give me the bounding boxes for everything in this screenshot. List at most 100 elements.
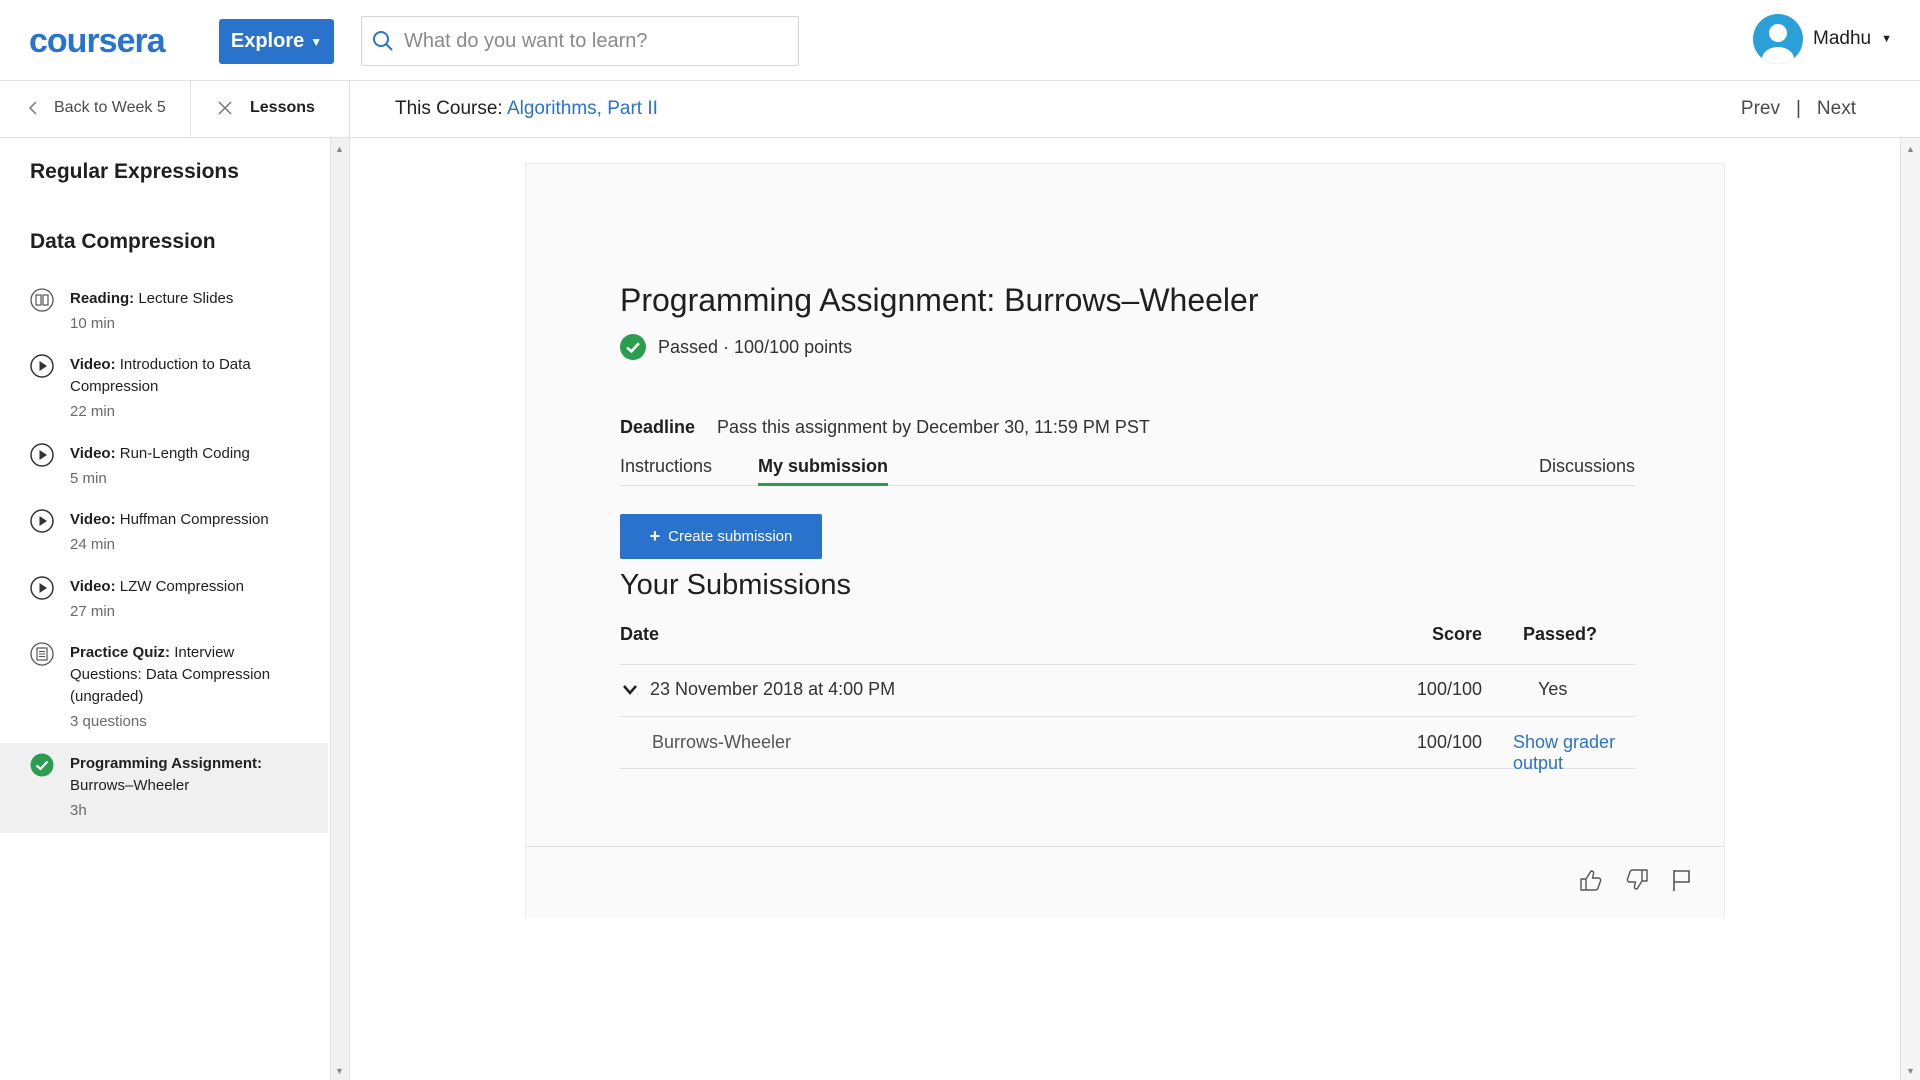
deadline-row: Deadline Pass this assignment by December… — [620, 417, 1150, 438]
lessons-toggle[interactable]: Lessons — [218, 99, 315, 117]
col-header-score: Score — [1431, 624, 1482, 644]
caret-down-icon: ▼ — [1881, 33, 1892, 45]
lesson-title: Run-Length Coding — [119, 445, 250, 462]
lesson-type: Video: — [70, 578, 116, 595]
quiz-icon — [30, 642, 54, 666]
show-grader-output-link[interactable]: Show grader output — [1513, 732, 1635, 774]
lesson-duration: 5 min — [70, 470, 107, 487]
coursera-logo[interactable]: coursera — [29, 22, 166, 61]
chevron-down-icon[interactable] — [622, 684, 638, 696]
back-to-week-link[interactable]: Back to Week 5 — [28, 99, 166, 117]
flag-icon[interactable] — [1670, 867, 1694, 893]
lesson-type: Video: — [70, 445, 116, 462]
assignment-status: Passed · 100/100 points — [620, 334, 852, 360]
thumbs-down-icon[interactable] — [1624, 867, 1650, 893]
lesson-title: Huffman Compression — [119, 511, 269, 528]
reading-icon — [30, 288, 54, 312]
course-link[interactable]: Algorithms, Part II — [507, 98, 658, 119]
submission-date: 23 November 2018 at 4:00 PM — [650, 679, 896, 699]
lesson-item[interactable]: Practice Quiz: Interview Questions: Data… — [0, 642, 328, 733]
table-subrow: Burrows-Wheeler 100/100 Show grader outp… — [620, 716, 1635, 773]
lesson-item[interactable]: Video: LZW Compression 27 min — [0, 576, 328, 623]
next-button[interactable]: Next — [1817, 98, 1856, 120]
back-label: Back to Week 5 — [54, 99, 166, 116]
check-circle-icon — [30, 753, 54, 777]
scroll-down-arrow[interactable]: ▼ — [335, 1066, 344, 1076]
section-title-data-compression[interactable]: Data Compression — [30, 230, 216, 254]
lesson-item[interactable]: Reading: Lecture Slides 10 min — [0, 288, 328, 335]
lesson-duration: 22 min — [70, 403, 116, 420]
thumbs-up-icon[interactable] — [1578, 867, 1604, 893]
play-icon — [30, 509, 54, 533]
col-header-passed: Passed? — [1523, 624, 1598, 644]
lesson-type: Practice Quiz: — [70, 644, 171, 661]
lesson-duration: 3 questions — [70, 713, 147, 730]
lesson-title: LZW Compression — [119, 578, 244, 595]
scroll-down-arrow[interactable]: ▼ — [1906, 1066, 1915, 1076]
lesson-duration: 10 min — [70, 315, 116, 332]
lesson-type: Video: — [70, 511, 116, 528]
check-circle-icon — [620, 334, 646, 360]
lesson-item[interactable]: Video: Run-Length Coding 5 min — [0, 443, 328, 490]
chevron-left-icon — [28, 101, 37, 115]
assignment-title: Programming Assignment: Burrows–Wheeler — [620, 282, 1259, 318]
card-footer — [526, 846, 1724, 918]
prev-button[interactable]: Prev — [1741, 98, 1780, 120]
play-icon — [30, 354, 54, 378]
submissions-title: Your Submissions — [620, 569, 852, 601]
lesson-title: Burrows–Wheeler — [70, 777, 190, 794]
status-text: Passed · 100/100 points — [658, 336, 853, 357]
explore-label: Explore — [230, 30, 305, 52]
lesson-item[interactable]: Video: Huffman Compression 24 min — [0, 509, 328, 556]
user-menu[interactable]: Madhu ▼ — [1753, 14, 1892, 64]
sidebar-scrollbar[interactable]: ▲ ▼ — [330, 138, 350, 1080]
scroll-up-arrow[interactable]: ▲ — [1906, 144, 1915, 154]
explore-button[interactable]: Explore ▼ — [219, 19, 334, 64]
course-breadcrumb: This Course: Algorithms, Part II — [395, 98, 658, 120]
section-title-regular-expressions[interactable]: Regular Expressions — [30, 160, 239, 184]
search-box[interactable] — [361, 16, 799, 66]
lessons-label: Lessons — [250, 99, 315, 116]
assignment-card: Programming Assignment: Burrows–Wheeler … — [525, 163, 1725, 918]
tab-my-submission[interactable]: My submission — [758, 456, 889, 486]
tab-discussions[interactable]: Discussions — [1539, 456, 1635, 486]
table-row[interactable]: 23 November 2018 at 4:00 PM 100/100 Yes — [620, 664, 1635, 716]
create-submission-button[interactable]: + Create submission — [620, 514, 822, 559]
plus-icon: + — [649, 526, 661, 546]
close-icon — [218, 101, 232, 115]
scroll-up-arrow[interactable]: ▲ — [335, 144, 344, 154]
lesson-duration: 27 min — [70, 603, 116, 620]
play-icon — [30, 576, 54, 600]
feedback-actions — [1578, 867, 1694, 893]
top-navbar: coursera Explore ▼ Madhu ▼ — [0, 0, 1920, 81]
search-icon — [373, 31, 393, 51]
separator: | — [1795, 98, 1801, 119]
avatar[interactable] — [1753, 14, 1803, 64]
chevron-down-icon: ▼ — [310, 34, 323, 49]
create-label: Create submission — [668, 528, 793, 545]
part-score: 100/100 — [1416, 732, 1482, 752]
tab-instructions[interactable]: Instructions — [620, 456, 712, 486]
submission-passed: Yes — [1538, 679, 1568, 699]
lesson-duration: 24 min — [70, 536, 116, 553]
assignment-tabs: Instructions My submission Discussions — [620, 456, 1635, 486]
lesson-item[interactable]: Video: Introduction to Data Compression … — [0, 354, 328, 423]
play-icon — [30, 443, 54, 467]
lesson-type: Video: — [70, 356, 116, 373]
course-subbar: Back to Week 5 Lessons This Course: Algo… — [0, 81, 1920, 138]
part-name: Burrows-Wheeler — [652, 732, 792, 752]
search-input[interactable] — [404, 29, 784, 53]
user-icon — [1762, 24, 1794, 64]
submission-score: 100/100 — [1416, 679, 1482, 699]
deadline-label: Deadline — [620, 417, 696, 437]
col-header-date: Date — [620, 624, 660, 644]
course-prefix: This Course: — [395, 98, 507, 119]
lesson-title: Lecture Slides — [138, 290, 234, 307]
divider — [349, 81, 350, 138]
lesson-item-active[interactable]: Programming Assignment: Burrows–Wheeler … — [0, 743, 328, 833]
lessons-sidebar: Regular Expressions Data Compression Rea… — [0, 138, 330, 1080]
lesson-type: Reading: — [70, 290, 135, 307]
divider — [190, 81, 191, 138]
lesson-type: Programming Assignment: — [70, 755, 262, 772]
main-scrollbar[interactable]: ▲ ▼ — [1900, 138, 1920, 1080]
